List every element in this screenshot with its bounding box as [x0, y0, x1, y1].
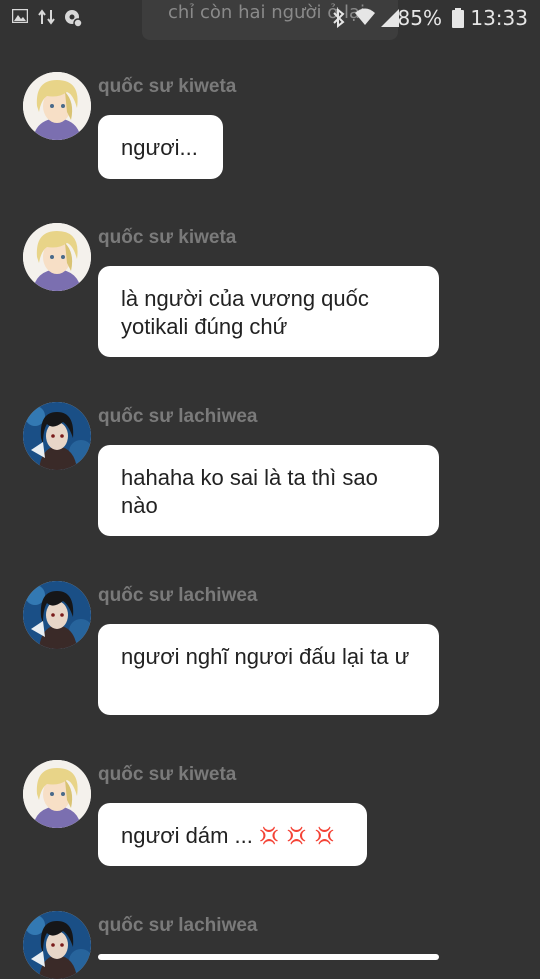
blonde-character-avatar[interactable]	[23, 223, 91, 291]
dark-hair-character-avatar[interactable]	[23, 911, 91, 979]
battery-percentage: 85%	[397, 6, 442, 30]
message-bubble[interactable]: hahaha ko sai là ta thì sao nào	[98, 445, 439, 536]
dark-hair-character-avatar[interactable]	[23, 581, 91, 649]
sender-name: quốc sư kiweta	[98, 227, 237, 248]
sender-name: quốc sư lachiwea	[98, 406, 258, 427]
sender-name: quốc sư kiweta	[98, 76, 237, 97]
sender-name: quốc sư lachiwea	[98, 585, 258, 606]
sender-name: quốc sư lachiwea	[98, 915, 258, 936]
battery-icon	[452, 8, 464, 28]
image-icon	[12, 9, 28, 23]
message-bubble[interactable]: ngươi dám ... 💢💢💢	[98, 803, 367, 866]
sender-name: quốc sư kiweta	[98, 764, 237, 785]
message-bubble[interactable]: ngươi...	[98, 115, 223, 179]
message-text: là người của vương quốc yotikali đúng ch…	[121, 286, 369, 339]
blonde-character-avatar[interactable]	[23, 760, 91, 828]
message-bubble[interactable]: ngươi nghĩ ngươi đấu lại ta ư	[98, 624, 439, 715]
message-bubble[interactable]	[98, 954, 439, 960]
bluetooth-icon	[332, 8, 346, 28]
wifi-icon	[354, 7, 376, 27]
message-text: ngươi...	[121, 135, 198, 160]
blonde-character-avatar[interactable]	[23, 72, 91, 140]
status-bar: chỉ còn hai người ở lại 85% 13:33	[0, 0, 540, 40]
data-transfer-icon	[38, 9, 56, 25]
message-text: ngươi nghĩ ngươi đấu lại ta ư	[121, 644, 410, 669]
clock: 13:33	[470, 6, 528, 30]
message-text: hahaha ko sai là ta thì sao nào	[121, 465, 378, 518]
message-text: ngươi dám ...	[121, 823, 253, 848]
message-bubble[interactable]: là người của vương quốc yotikali đúng ch…	[98, 266, 439, 357]
dark-hair-character-avatar[interactable]	[23, 402, 91, 470]
settings-notification-icon	[64, 9, 82, 27]
anger-emoji: 💢💢💢	[259, 828, 343, 845]
